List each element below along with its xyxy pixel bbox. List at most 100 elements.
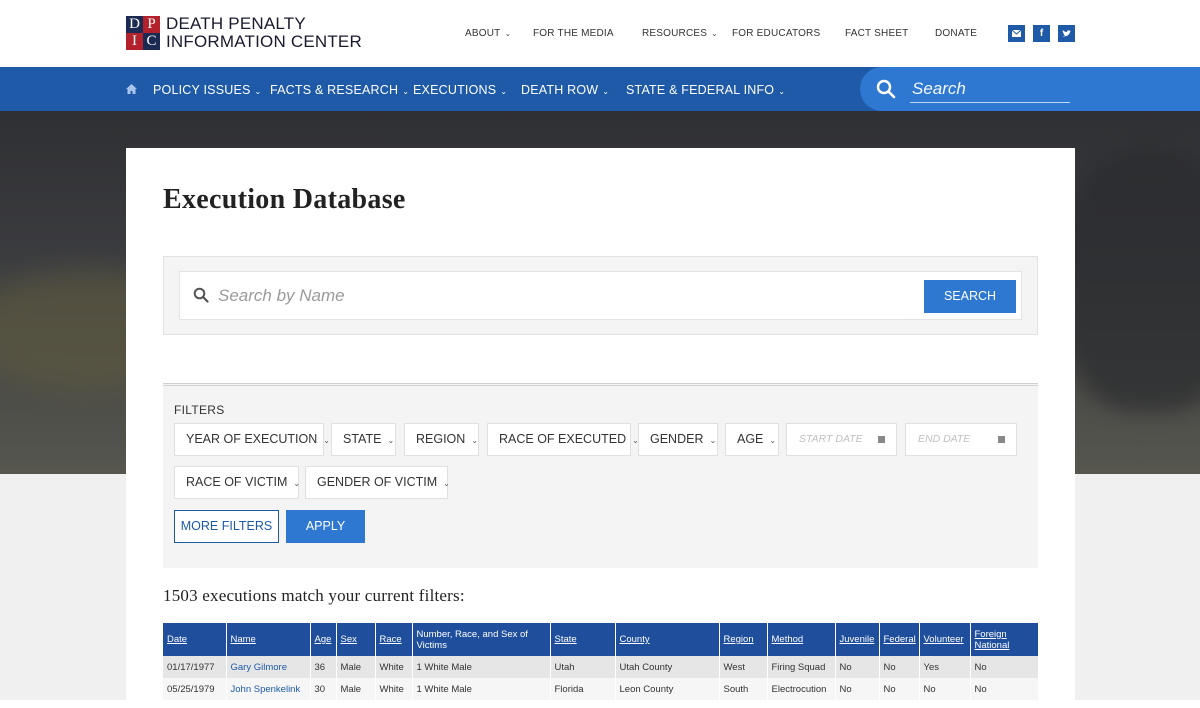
cell-juvenile: No [835,656,880,678]
cell-age: 30 [310,678,337,700]
chevron-down-icon: ⌄ [709,436,717,445]
chevron-down-icon: ⌄ [711,29,719,38]
search-button[interactable]: SEARCH [924,280,1016,313]
chevron-down-icon: ⌄ [402,87,410,96]
apply-button[interactable]: APPLY [286,510,365,543]
cell-foreign-national: No [970,656,1039,678]
cell-juvenile: No [835,678,880,700]
topnav-fact-sheet[interactable]: FACT SHEET [845,28,909,39]
cell-name-link[interactable]: Gary Gilmore [226,656,311,678]
chevron-down-icon: ⌄ [602,87,610,96]
home-icon[interactable] [126,84,137,94]
site-search-placeholder: Search [912,79,966,98]
filter-year-of-execution[interactable]: YEAR OF EXECUTION ⌄ [174,423,330,456]
cell-county: Utah County [615,656,720,678]
filter-gender[interactable]: GENDER ⌄ [638,423,718,456]
filter-race-of-executed[interactable]: RACE OF EXECUTED ⌄ [487,423,639,456]
search-underline [910,102,1070,103]
name-search-input[interactable]: Search by Name SEARCH [179,271,1022,320]
cell-race: White [375,656,413,678]
chevron-down-icon: ⌄ [323,436,330,445]
cell-date: 05/25/1979 [163,678,227,700]
more-filters-button[interactable]: MORE FILTERS [174,510,279,543]
topnav-about[interactable]: ABOUT ⌄ [465,28,511,39]
col-date-header[interactable]: Date [163,623,227,656]
col-foreign-national-header[interactable]: Foreign National [970,623,1039,656]
twitter-icon[interactable] [1058,25,1075,42]
cell-region: West [719,656,768,678]
col-victims-header[interactable]: Number, Race, and Sex of Victims [412,623,551,656]
cell-volunteer: Yes [919,656,971,678]
nav-facts-research[interactable]: FACTS & RESEARCH ⌄ [270,83,409,97]
cell-sex: Male [336,678,376,700]
cell-federal: No [879,678,920,700]
cell-age: 36 [310,656,337,678]
facebook-icon[interactable]: f [1033,25,1050,42]
chevron-down-icon: ⌄ [504,29,512,38]
filter-region[interactable]: REGION ⌄ [404,423,479,456]
filter-gender-of-victim[interactable]: GENDER OF VICTIM ⌄ [305,466,450,499]
calendar-icon [878,436,885,443]
cell-method: Electrocution [767,678,836,700]
topnav-donate[interactable]: DONATE [935,28,977,39]
col-juvenile-header[interactable]: Juvenile [835,623,880,656]
chevron-down-icon: ⌄ [778,87,786,96]
executions-table: Date Name Age Sex Race Number, Race, and… [163,623,1039,700]
filters-label: FILTERS [174,403,225,417]
cell-victims: 1 White Male [412,678,551,700]
col-county-header[interactable]: County [615,623,720,656]
nav-executions[interactable]: EXECUTIONS ⌄ [413,83,507,97]
nav-policy-issues[interactable]: POLICY ISSUES ⌄ [153,83,261,97]
search-icon [876,79,896,99]
filter-state[interactable]: STATE ⌄ [331,423,396,456]
calendar-icon [998,436,1005,443]
cell-race: White [375,678,413,700]
chevron-down-icon: ⌄ [769,436,777,445]
main-nav: POLICY ISSUES ⌄ FACTS & RESEARCH ⌄ EXECUTI… [0,67,1200,111]
col-sex-header[interactable]: Sex [336,623,376,656]
result-count: 1503 executions match your current filte… [163,586,465,605]
chevron-down-icon: ⌄ [254,87,262,96]
cell-victims: 1 White Male [412,656,551,678]
col-name-header[interactable]: Name [226,623,311,656]
end-date-input[interactable]: END DATE [905,423,1017,456]
col-region-header[interactable]: Region [719,623,768,656]
col-race-header[interactable]: Race [375,623,413,656]
table-header-row: Date Name Age Sex Race Number, Race, and… [163,623,1039,656]
cell-county: Leon County [615,678,720,700]
cell-region: South [719,678,768,700]
cell-name-link[interactable]: John Spenkelink [226,678,311,700]
envelope-icon[interactable] [1008,25,1025,42]
start-date-input[interactable]: START DATE [786,423,897,456]
topnav-resources[interactable]: RESOURCES ⌄ [642,28,718,39]
chevron-down-icon: ⌄ [471,436,479,445]
logo-mark: D P I C [126,16,160,50]
nav-death-row[interactable]: DEATH ROW ⌄ [521,83,609,97]
site-header: D P I C DEATH PENALTY INFORMATION CENTER… [0,0,1200,67]
chevron-down-icon: ⌄ [387,436,395,445]
chevron-down-icon: ⌄ [443,479,450,488]
col-state-header[interactable]: State [550,623,616,656]
site-logo[interactable]: D P I C DEATH PENALTY INFORMATION CENTER [126,14,362,52]
topnav-for-the-media[interactable]: FOR THE MEDIA [533,28,614,39]
col-age-header[interactable]: Age [310,623,337,656]
table-row: 05/25/1979 John Spenkelink 30 Male White… [163,678,1039,700]
name-search-panel: Search by Name SEARCH [163,256,1038,335]
col-method-header[interactable]: Method [767,623,836,656]
name-search-placeholder: Search by Name [218,286,345,305]
filter-race-of-victim[interactable]: RACE OF VICTIM ⌄ [174,466,301,499]
site-search-input[interactable]: Search [860,67,1200,111]
chevron-down-icon: ⌄ [293,479,301,488]
logo-text: DEATH PENALTY INFORMATION CENTER [166,14,362,51]
cell-sex: Male [336,656,376,678]
search-icon [193,287,209,303]
cell-federal: No [879,656,920,678]
table-row: 01/17/1977 Gary Gilmore 36 Male White 1 … [163,656,1039,678]
cell-date: 01/17/1977 [163,656,227,678]
topnav-for-educators[interactable]: FOR EDUCATORS [732,28,820,39]
filters-panel: FILTERS YEAR OF EXECUTION ⌄ STATE ⌄ REGION… [163,383,1038,568]
col-volunteer-header[interactable]: Volunteer [919,623,971,656]
nav-state-federal-info[interactable]: STATE & FEDERAL INFO ⌄ [626,83,785,97]
col-federal-header[interactable]: Federal [879,623,920,656]
filter-age[interactable]: AGE ⌄ [725,423,779,456]
